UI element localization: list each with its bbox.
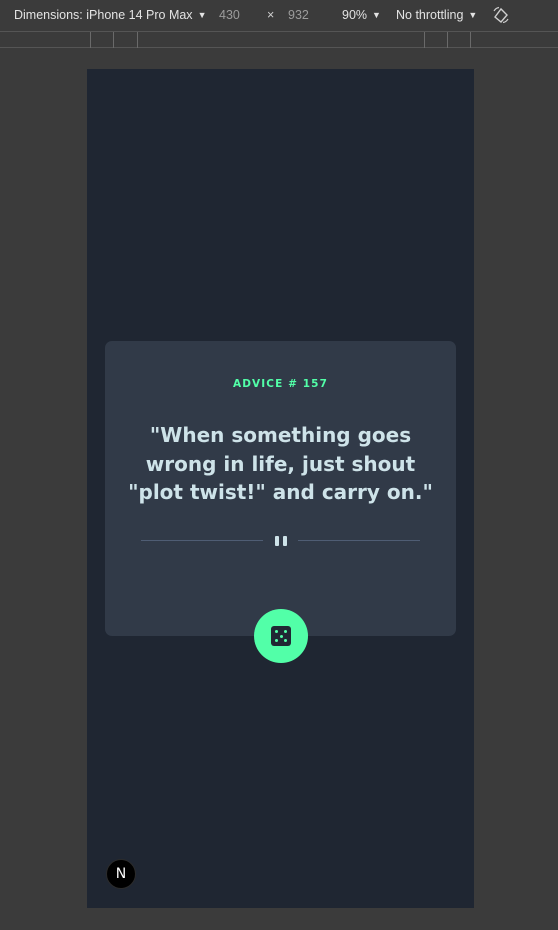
media-query-ruler[interactable] <box>0 31 558 48</box>
divider-line-right <box>298 540 420 541</box>
ruler-tick <box>137 32 138 48</box>
caret-down-icon: ▼ <box>468 10 478 20</box>
advice-card: ADVICE # 157 "When something goes wrong … <box>105 341 456 636</box>
new-advice-button[interactable] <box>254 609 308 663</box>
viewport-width-input[interactable]: 430 <box>219 8 240 22</box>
zoom-dropdown[interactable]: 90% ▼ <box>342 8 381 22</box>
caret-down-icon: ▼ <box>197 10 207 20</box>
ruler-tick <box>447 32 448 48</box>
device-dimensions-label: Dimensions: iPhone 14 Pro Max <box>14 8 193 22</box>
device-dimensions-dropdown[interactable]: Dimensions: iPhone 14 Pro Max ▼ <box>14 8 206 22</box>
dimension-separator: × <box>267 8 275 22</box>
advice-quote: "When something goes wrong in life, just… <box>128 423 433 504</box>
ruler-tick <box>424 32 425 48</box>
caret-down-icon: ▼ <box>372 10 381 20</box>
divider <box>141 533 420 549</box>
ruler-tick <box>470 32 471 48</box>
rotate-icon[interactable] <box>492 6 510 24</box>
ruler-tick <box>90 32 91 48</box>
pause-icon <box>275 536 287 546</box>
throttling-label: No throttling <box>396 8 464 22</box>
ruler-tick <box>113 32 114 48</box>
dice-icon <box>271 626 291 646</box>
throttling-dropdown[interactable]: No throttling ▼ <box>396 8 477 22</box>
devtools-device-toolbar: Dimensions: iPhone 14 Pro Max ▼ 430 × 932… <box>0 0 558 31</box>
nextjs-dev-badge[interactable]: N <box>106 859 136 889</box>
viewport-height-input[interactable]: 932 <box>288 8 309 22</box>
advice-id: ADVICE # 157 <box>233 378 328 390</box>
zoom-label: 90% <box>342 8 368 22</box>
divider-line-left <box>141 540 263 541</box>
device-viewport: ADVICE # 157 "When something goes wrong … <box>87 69 474 908</box>
